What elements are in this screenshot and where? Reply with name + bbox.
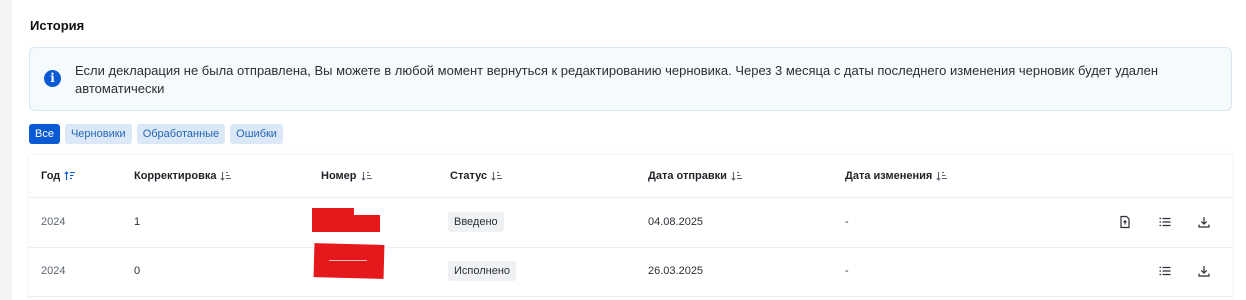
- table-row[interactable]: 2024 1 Введено 04.08.2025 -: [29, 199, 1232, 248]
- sort-asc-active-icon: [64, 171, 76, 180]
- cell-year: 2024: [41, 265, 66, 277]
- cell-sent-date: 26.03.2025: [648, 265, 704, 277]
- column-sent-date[interactable]: Дата отправки: [648, 170, 742, 182]
- download-icon[interactable]: [1197, 264, 1211, 278]
- column-year[interactable]: Год: [41, 170, 76, 182]
- list-icon[interactable]: [1158, 264, 1172, 278]
- column-number[interactable]: Номер: [321, 170, 372, 182]
- table-header: Год Корректировка Номер Статус Дата отпр…: [29, 155, 1232, 198]
- cell-changed-date: -: [845, 216, 849, 228]
- filter-chips: Все Черновики Обработанные Ошибки: [29, 124, 283, 144]
- sort-icon: [491, 171, 503, 181]
- column-changed-date[interactable]: Дата изменения: [845, 170, 948, 182]
- cell-sent-date: 04.08.2025: [648, 216, 704, 228]
- column-year-label: Год: [41, 170, 61, 182]
- info-text: Если декларация не была отправлена, Вы м…: [75, 63, 1159, 96]
- column-correction-label: Корректировка: [134, 170, 217, 182]
- cell-changed-date: -: [845, 265, 849, 277]
- column-changed-date-label: Дата изменения: [845, 170, 933, 182]
- sort-icon: [731, 171, 742, 181]
- info-banner: i Если декларация не была отправлена, Вы…: [29, 47, 1232, 111]
- column-number-label: Номер: [321, 170, 357, 182]
- column-sent-date-label: Дата отправки: [648, 170, 727, 182]
- download-icon[interactable]: [1197, 215, 1211, 229]
- status-badge: Исполнено: [448, 261, 517, 281]
- section-title: История: [30, 18, 85, 33]
- column-correction[interactable]: Корректировка: [134, 170, 232, 182]
- history-card: История i Если декларация не была отправ…: [12, 0, 1246, 300]
- column-status[interactable]: Статус: [450, 170, 503, 182]
- info-icon: i: [44, 70, 61, 87]
- column-status-label: Статус: [450, 170, 488, 182]
- cell-correction: 0: [134, 265, 141, 277]
- list-icon[interactable]: [1158, 215, 1172, 229]
- cell-year: 2024: [41, 216, 66, 228]
- status-badge: Введено: [448, 212, 504, 232]
- sort-icon: [936, 171, 948, 181]
- filter-errors[interactable]: Ошибки: [230, 124, 283, 144]
- sort-icon: [360, 171, 372, 181]
- table-row[interactable]: 2024 0 Исполнено 26.03.2025 -: [29, 243, 1232, 297]
- document-icon[interactable]: [1118, 215, 1132, 229]
- filter-drafts[interactable]: Черновики: [64, 124, 132, 144]
- cell-correction: 1: [134, 216, 141, 228]
- history-table: Год Корректировка Номер Статус Дата отпр…: [29, 155, 1232, 300]
- sort-icon: [220, 171, 232, 181]
- filter-all[interactable]: Все: [29, 124, 60, 144]
- filter-processed[interactable]: Обработанные: [136, 124, 226, 144]
